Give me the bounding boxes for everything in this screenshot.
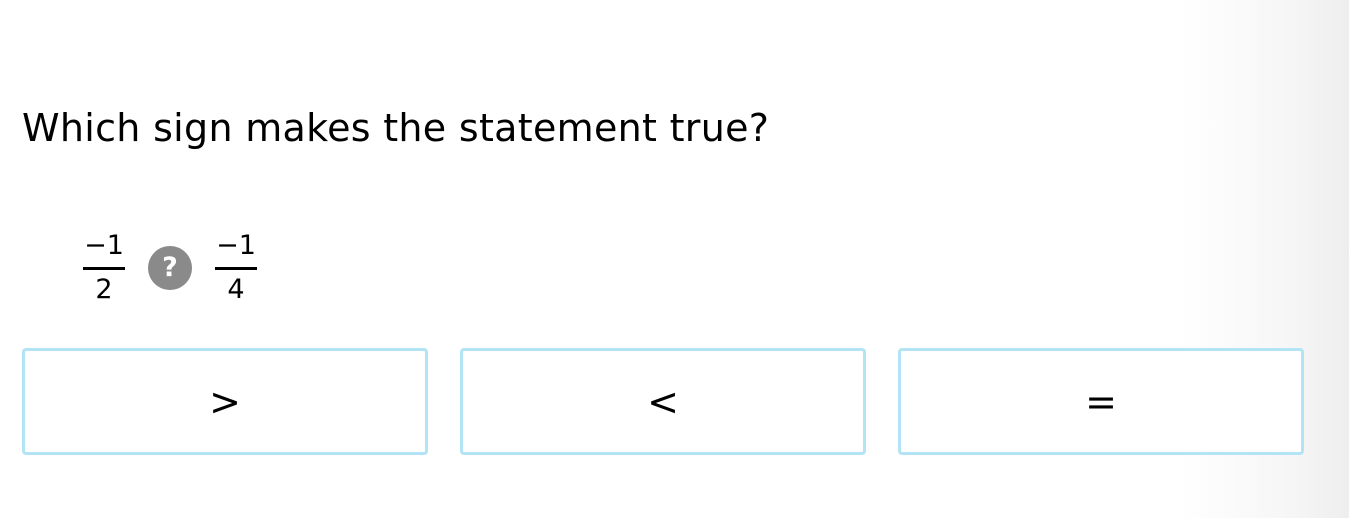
right-fraction: −1 4 <box>214 229 258 307</box>
right-numerator: −1 <box>216 230 256 261</box>
left-fraction-bar <box>83 267 125 270</box>
less-than-choice[interactable]: < <box>460 348 866 455</box>
comparison-expression: −1 2 ? −1 4 <box>82 222 258 314</box>
right-fraction-bar <box>215 267 257 270</box>
left-denominator: 2 <box>95 274 113 305</box>
greater-than-choice[interactable]: > <box>22 348 428 455</box>
left-numerator: −1 <box>84 230 124 261</box>
question-mark-icon: ? <box>148 246 192 290</box>
question-prompt: Which sign makes the statement true? <box>22 106 770 150</box>
answer-choices: > < = <box>22 348 1304 455</box>
left-fraction: −1 2 <box>82 229 126 307</box>
right-denominator: 4 <box>227 274 245 305</box>
equal-choice[interactable]: = <box>898 348 1304 455</box>
